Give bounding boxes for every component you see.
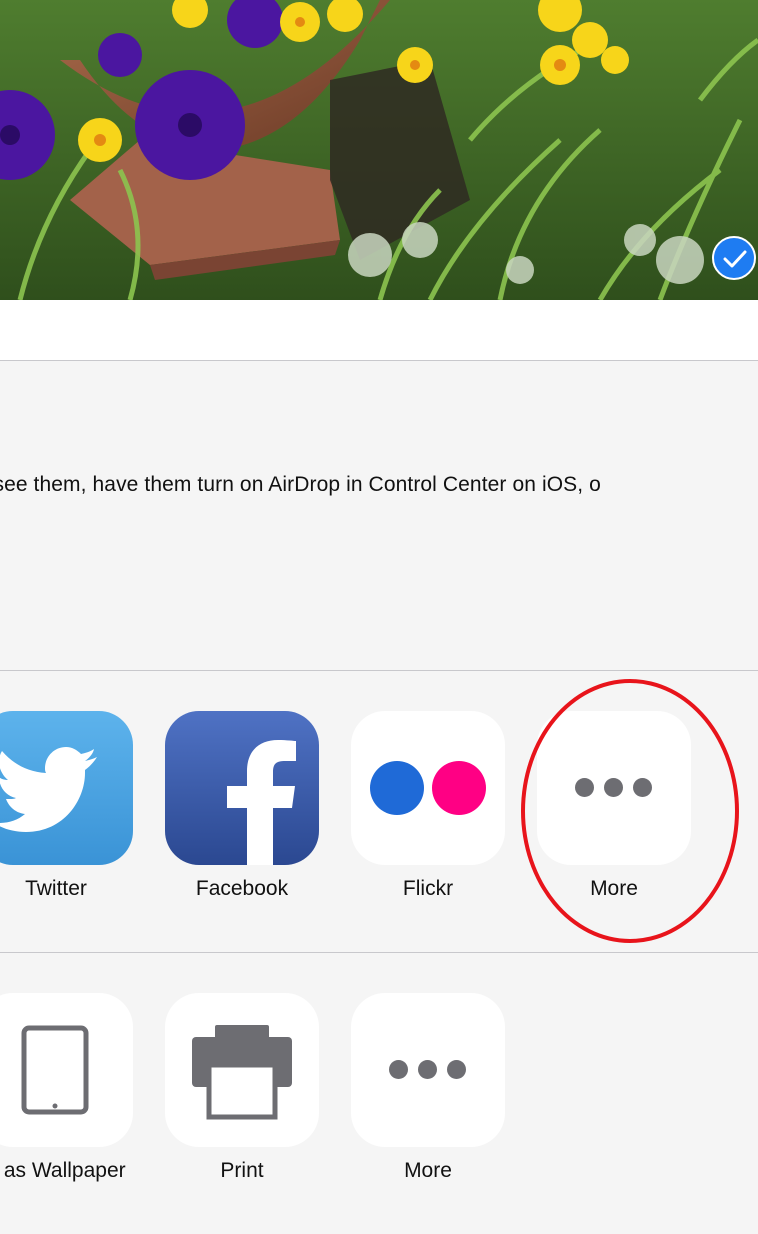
share-apps-row: Twitter Facebook Flickr More xyxy=(0,671,758,953)
action-label: More xyxy=(404,1159,452,1182)
flickr-pink-dot xyxy=(432,761,486,815)
twitter-icon[interactable] xyxy=(0,711,133,865)
actions-row: e as Wallpaper Print More xyxy=(0,953,758,1234)
more-apps-button[interactable] xyxy=(537,711,691,865)
selected-checkmark-icon[interactable] xyxy=(712,236,756,280)
photo-preview[interactable] xyxy=(0,0,758,300)
airdrop-hint-text: ou don’t see them, have them turn on Air… xyxy=(0,473,601,496)
printer-icon xyxy=(192,1025,292,1120)
flower-photo-image xyxy=(0,0,758,300)
wallpaper-button[interactable] xyxy=(0,993,133,1147)
flickr-icon[interactable] xyxy=(351,711,505,865)
more-dots-icon xyxy=(389,1060,467,1080)
share-app-label: More xyxy=(590,877,638,900)
more-dots-icon xyxy=(575,778,653,798)
airdrop-section: ou don’t see them, have them turn on Air… xyxy=(0,361,758,671)
facebook-icon[interactable] xyxy=(165,711,319,865)
photo-strip-footer xyxy=(0,300,758,361)
flickr-blue-dot xyxy=(370,761,424,815)
more-actions-button[interactable] xyxy=(351,993,505,1147)
share-sheet: ou don’t see them, have them turn on Air… xyxy=(0,0,758,1234)
print-button[interactable] xyxy=(165,993,319,1147)
ipad-icon xyxy=(21,1025,89,1115)
